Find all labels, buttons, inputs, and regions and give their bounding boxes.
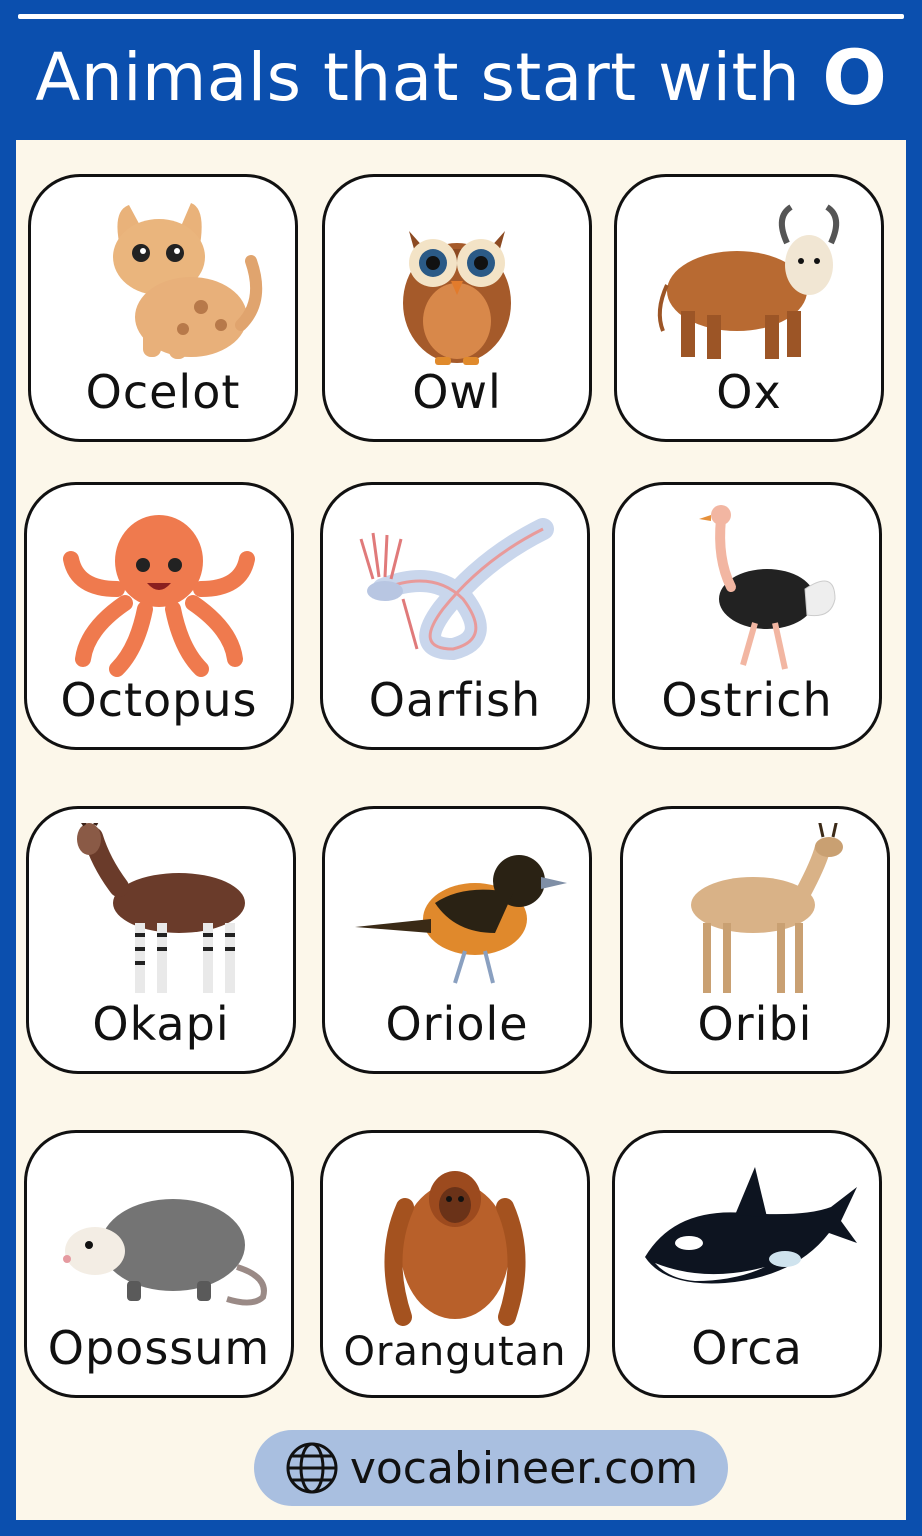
card-oarfish: Oarfish [320,482,590,750]
card-okapi: Okapi [26,806,296,1074]
card-orca: Orca [612,1130,882,1398]
card-owl: Owl [322,174,592,442]
ocelot-icon [51,191,275,371]
globe-icon [286,1442,338,1494]
card-label: Octopus [60,673,258,727]
card-label: Orangutan [343,1329,567,1375]
animal-grid-panel: Ocelot Owl Ox Octopus Oarfish Ostrich Ok… [16,140,906,1520]
page-header: Animals that start with O [0,22,922,134]
card-orangutan: Orangutan [320,1130,590,1398]
card-oriole: Oriole [322,806,592,1074]
orangutan-icon [343,1147,567,1327]
oriole-icon [345,823,569,1003]
website-link[interactable]: vocabineer.com [254,1430,728,1506]
owl-icon [345,191,569,371]
card-label: Owl [412,365,502,419]
card-label: Oarfish [368,673,542,727]
okapi-icon [49,823,273,1003]
card-label: Oribi [697,997,813,1051]
ox-icon [637,191,861,371]
opossum-icon [47,1147,271,1327]
card-label: Opossum [47,1321,271,1375]
card-octopus: Octopus [24,482,294,750]
card-label: Ox [716,365,782,419]
card-label: Oriole [385,997,529,1051]
card-label: Orca [691,1321,803,1375]
card-ostrich: Ostrich [612,482,882,750]
poster-frame: Animals that start with O Ocelot Owl Ox … [0,0,922,1536]
oribi-icon [643,823,867,1003]
card-ox: Ox [614,174,884,442]
ostrich-icon [635,499,859,679]
oarfish-icon [343,499,567,679]
card-ocelot: Ocelot [28,174,298,442]
title-letter: O [822,33,887,122]
octopus-icon [47,499,271,679]
top-divider [18,14,904,19]
website-text: vocabineer.com [349,1442,699,1494]
page-title: Animals that start with [35,39,801,116]
card-opossum: Opossum [24,1130,294,1398]
orca-icon [635,1147,859,1327]
card-label: Okapi [92,997,230,1051]
card-label: Ostrich [661,673,833,727]
card-oribi: Oribi [620,806,890,1074]
card-label: Ocelot [85,365,241,419]
